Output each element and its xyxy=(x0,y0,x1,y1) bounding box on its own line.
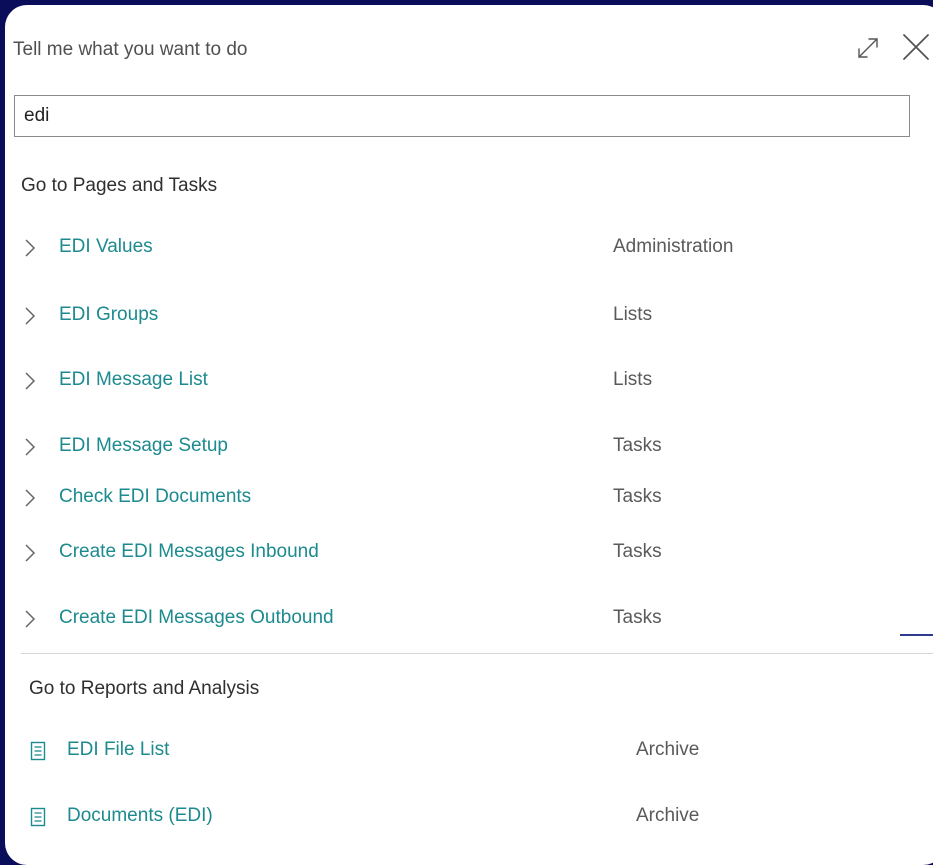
list-item[interactable]: Create EDI Messages Outbound Tasks xyxy=(5,599,933,639)
tell-me-dialog: Tell me what you want to do Go to Pages … xyxy=(5,5,933,865)
chevron-right-icon xyxy=(25,307,36,325)
item-category: Tasks xyxy=(613,435,662,456)
expand-icon xyxy=(858,38,878,58)
item-label: EDI Message List xyxy=(59,369,208,390)
chevron-right-icon xyxy=(25,438,36,456)
list-item[interactable]: EDI Message List Lists xyxy=(5,361,933,401)
item-category: Lists xyxy=(613,304,653,325)
item-label: EDI Message Setup xyxy=(59,435,228,456)
item-label: EDI Groups xyxy=(59,304,159,325)
item-category: Tasks xyxy=(613,541,662,562)
pages-section-title: Go to Pages and Tasks xyxy=(21,175,218,196)
dialog-title: Tell me what you want to do xyxy=(13,39,248,60)
item-label: Create EDI Messages Outbound xyxy=(59,607,334,628)
item-label: Create EDI Messages Inbound xyxy=(59,541,319,562)
list-item[interactable]: Create EDI Messages Inbound Tasks xyxy=(5,533,933,573)
report-icon xyxy=(30,807,46,827)
item-category: Tasks xyxy=(613,486,662,507)
item-label: Check EDI Documents xyxy=(59,486,252,507)
chevron-right-icon xyxy=(25,610,36,628)
item-category: Tasks xyxy=(613,607,662,628)
list-item[interactable]: EDI Values Administration xyxy=(5,228,933,268)
list-item[interactable]: Check EDI Documents Tasks xyxy=(5,478,933,518)
item-category: Archive xyxy=(636,805,700,826)
item-label: EDI File List xyxy=(67,739,170,760)
list-item[interactable]: EDI Message Setup Tasks xyxy=(5,427,933,467)
list-item[interactable]: Documents (EDI) Archive xyxy=(5,797,933,837)
scroll-indicator xyxy=(900,634,933,636)
close-button[interactable] xyxy=(900,31,932,63)
report-icon xyxy=(30,741,46,761)
item-label: Documents (EDI) xyxy=(67,805,213,826)
reports-section-title: Go to Reports and Analysis xyxy=(29,678,260,699)
close-icon xyxy=(903,34,929,60)
item-category: Administration xyxy=(613,236,734,257)
chevron-right-icon xyxy=(25,372,36,390)
chevron-right-icon xyxy=(25,489,36,507)
list-item[interactable]: EDI Groups Lists xyxy=(5,296,933,336)
search-input[interactable] xyxy=(14,95,910,137)
list-item[interactable]: EDI File List Archive xyxy=(5,731,933,771)
chevron-right-icon xyxy=(25,544,36,562)
section-divider xyxy=(21,653,933,654)
item-category: Archive xyxy=(636,739,700,760)
chevron-right-icon xyxy=(25,239,36,257)
item-label: EDI Values xyxy=(59,236,153,257)
item-category: Lists xyxy=(613,369,653,390)
expand-button[interactable] xyxy=(854,34,882,62)
